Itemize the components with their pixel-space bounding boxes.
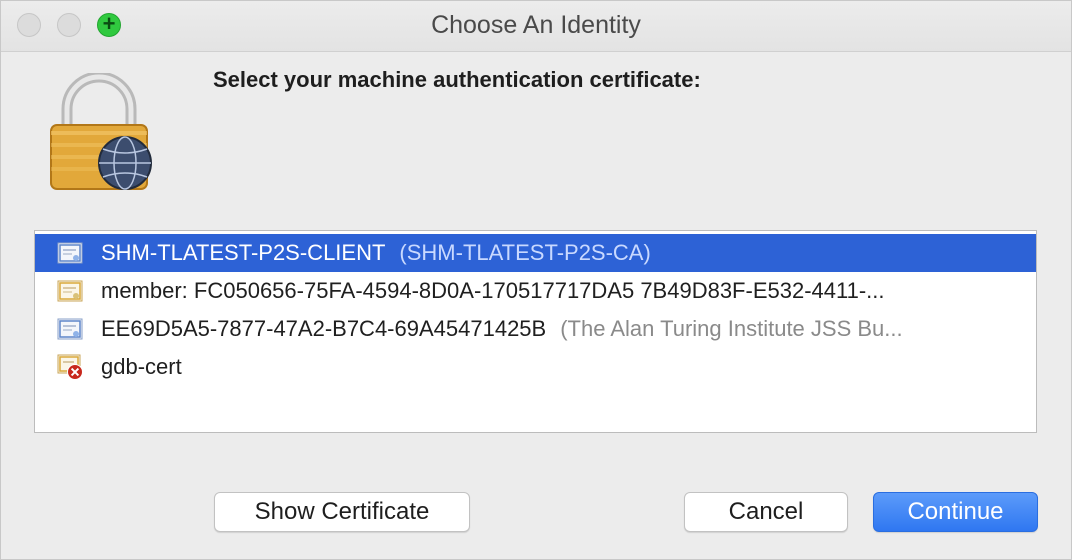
choose-identity-dialog: + Choose An Identity Select your machine… <box>0 0 1072 560</box>
identity-name: SHM-TLATEST-P2S-CLIENT <box>101 240 386 265</box>
identity-row[interactable]: EE69D5A5-7877-47A2-B7C4-69A45471425B (The… <box>35 310 1036 348</box>
identity-name: EE69D5A5-7877-47A2-B7C4-69A45471425B <box>101 316 547 341</box>
window-title: Choose An Identity <box>431 11 641 39</box>
title-bar: + Choose An Identity <box>1 1 1071 52</box>
identity-issuer: (SHM-TLATEST-P2S-CA) <box>399 240 651 265</box>
prompt-label: Select your machine authentication certi… <box>213 67 701 92</box>
identity-row[interactable]: member: FC050656-75FA-4594-8D0A-17051771… <box>35 272 1036 310</box>
identity-name: member: FC050656-75FA-4594-8D0A-17051771… <box>101 278 885 303</box>
identity-row[interactable]: SHM-TLATEST-P2S-CLIENT (SHM-TLATEST-P2S-C… <box>35 234 1036 272</box>
continue-button[interactable]: Continue <box>873 492 1038 532</box>
certificate-blue-icon <box>57 318 83 340</box>
show-certificate-button[interactable]: Show Certificate <box>214 492 470 532</box>
certificate-blue-icon <box>57 242 83 264</box>
identity-name: gdb-cert <box>101 354 182 379</box>
certificate-invalid-icon <box>57 354 83 380</box>
identity-issuer: (The Alan Turing Institute JSS Bu... <box>560 316 903 341</box>
identity-list[interactable]: SHM-TLATEST-P2S-CLIENT (SHM-TLATEST-P2S-C… <box>34 230 1037 433</box>
lock-globe-icon <box>50 73 152 190</box>
cancel-button[interactable]: Cancel <box>684 492 848 532</box>
certificate-gold-icon <box>57 280 83 302</box>
identity-row[interactable]: gdb-cert <box>35 348 1036 386</box>
